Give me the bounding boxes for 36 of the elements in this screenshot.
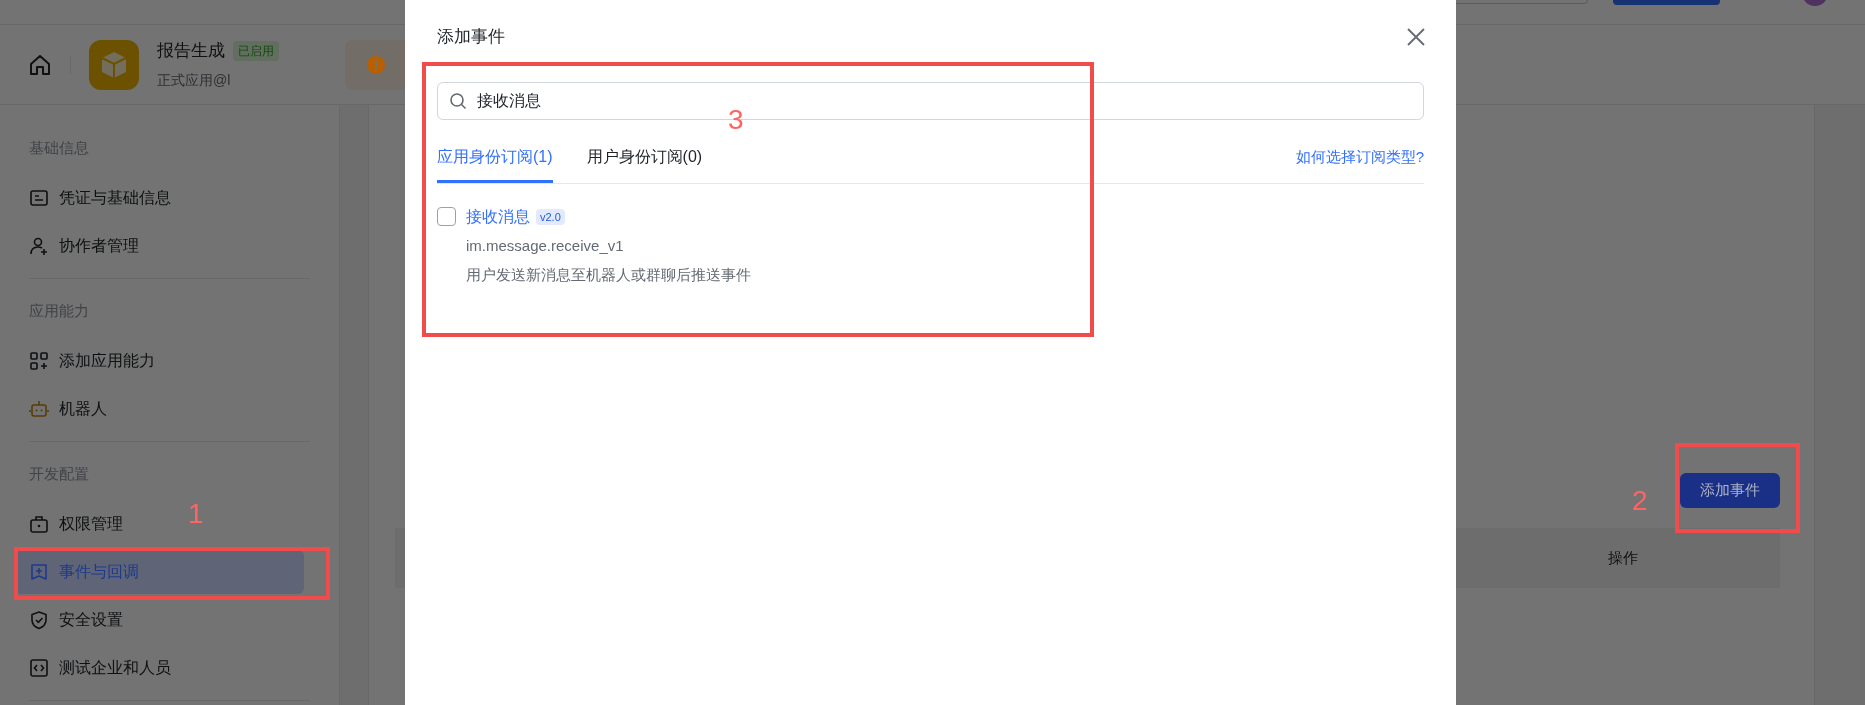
help-link[interactable]: 如何选择订阅类型? — [1295, 134, 1424, 183]
app-name: 报告生成 — [157, 40, 225, 63]
annotation-number: 2 — [1632, 487, 1648, 515]
warning-icon — [367, 55, 385, 74]
event-name[interactable]: 接收消息 — [466, 205, 530, 229]
tab[interactable]: 用户身份订阅(0) — [586, 134, 703, 183]
column-header: 操作 — [1607, 547, 1639, 568]
menu-item-icon — [29, 658, 49, 678]
sidebar-item[interactable]: 权限管理 — [15, 502, 137, 546]
version-badge: v2.0 — [536, 208, 565, 226]
tab[interactable]: 应用身份订阅(1) — [437, 134, 553, 183]
menu-item-icon — [29, 351, 49, 371]
menu-item-icon — [29, 562, 49, 582]
menu-item-icon — [29, 236, 49, 256]
sidebar-item[interactable]: 安全设置 — [15, 598, 137, 642]
sidebar-item[interactable]: 凭证与基础信息 — [15, 176, 185, 220]
app-subtitle: 正式应用@l — [157, 70, 232, 90]
menu-item-icon — [29, 188, 49, 208]
search-icon — [449, 92, 467, 110]
add-event-button[interactable]: 添加事件 — [1680, 473, 1780, 508]
annotation-number: 1 — [188, 500, 204, 528]
sidebar-item[interactable]: 测试企业和人员 — [15, 646, 185, 690]
app-logo-icon — [89, 39, 139, 90]
sidebar-item[interactable]: 协作者管理 — [15, 224, 153, 268]
checkbox[interactable] — [437, 207, 456, 226]
event-code: im.message.receive_v1 — [466, 236, 625, 256]
status-badge: 已启用 — [233, 41, 279, 61]
home-icon — [28, 52, 52, 77]
menu-item-icon — [29, 610, 49, 630]
menu-item-icon — [29, 399, 49, 419]
close-icon — [1406, 27, 1426, 47]
dialog-title: 添加事件 — [437, 26, 505, 49]
sidebar-item[interactable]: 添加应用能力 — [15, 339, 169, 383]
event-description: 用户发送新消息至机器人或群聊后推送事件 — [466, 264, 751, 285]
menu-item-icon — [29, 514, 49, 534]
sidebar-item[interactable]: 机器人 — [15, 387, 121, 431]
